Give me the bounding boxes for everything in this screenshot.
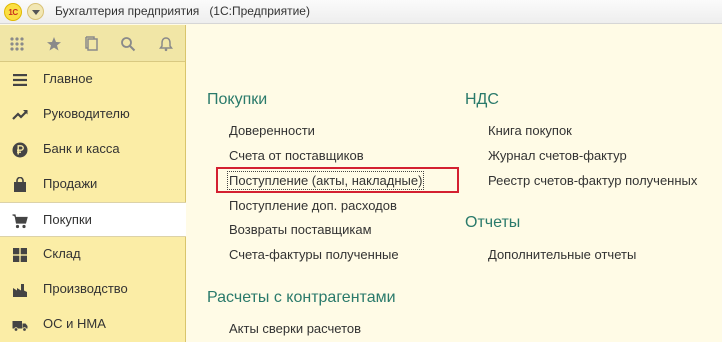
link-invoice-journal[interactable]: Журнал счетов-фактур <box>488 148 627 163</box>
history-icon[interactable] <box>84 36 100 52</box>
logo-text: 1С <box>8 7 18 17</box>
section-label: ОС и НМА <box>43 316 106 331</box>
link-purchase-book[interactable]: Книга покупок <box>488 123 572 138</box>
sidebar-toolbar <box>0 25 185 62</box>
highlight-frame <box>216 167 459 193</box>
section-content: Покупки Доверенности Счета от поставщико… <box>187 25 722 342</box>
menu-lines-icon <box>12 72 28 88</box>
title-bar: 1С Бухгалтерия предприятия (1С:Предприяти… <box>0 0 722 24</box>
section-item-manager[interactable]: Руководителю <box>0 97 185 132</box>
shopping-bag-icon <box>12 177 28 193</box>
section-label: Продажи <box>43 176 98 191</box>
shopping-cart-icon <box>12 213 28 229</box>
search-icon[interactable] <box>120 36 136 52</box>
section-item-main[interactable]: Главное <box>0 62 185 97</box>
section-item-fixed-assets[interactable]: ОС и НМА <box>0 307 185 342</box>
window-title: Бухгалтерия предприятия (1С:Предприятие) <box>55 4 310 18</box>
section-item-warehouse[interactable]: Склад <box>0 237 185 272</box>
section-item-bank[interactable]: Банк и касса <box>0 132 185 167</box>
section-label: Руководителю <box>43 106 130 121</box>
section-item-purchases[interactable]: Покупки <box>0 202 186 237</box>
section-title-purchases[interactable]: Покупки <box>207 91 267 109</box>
section-label: Склад <box>43 246 81 261</box>
link-reconciliation-acts[interactable]: Акты сверки расчетов <box>229 321 361 336</box>
link-received-invoice-register[interactable]: Реестр счетов-фактур полученных <box>488 173 697 188</box>
link-additional-expenses[interactable]: Поступление доп. расходов <box>229 198 397 213</box>
section-label: Главное <box>43 71 93 86</box>
section-label: Банк и касса <box>43 141 120 156</box>
section-label: Производство <box>43 281 128 296</box>
truck-icon <box>12 317 28 333</box>
sections-panel: Главное Руководителю Банк и касса Продаж… <box>0 25 186 342</box>
warehouse-grid-icon <box>12 247 28 263</box>
notifications-bell-icon[interactable] <box>158 36 174 52</box>
link-received-invoices[interactable]: Счета-фактуры полученные <box>229 247 399 262</box>
section-label: Покупки <box>43 212 92 227</box>
favorites-star-icon[interactable] <box>46 36 62 52</box>
section-title-reports[interactable]: Отчеты <box>465 214 520 232</box>
app-title: Бухгалтерия предприятия <box>55 4 200 18</box>
apps-grid-icon[interactable] <box>9 36 25 52</box>
platform-title: (1С:Предприятие) <box>209 4 310 18</box>
ruble-coin-icon <box>12 142 28 158</box>
section-title-settlements[interactable]: Расчеты с контрагентами <box>207 289 396 307</box>
factory-icon <box>12 282 28 298</box>
sections-list: Главное Руководителю Банк и касса Продаж… <box>0 62 186 342</box>
section-item-production[interactable]: Производство <box>0 272 185 307</box>
app-logo-icon: 1С <box>4 3 22 21</box>
main-menu-button[interactable] <box>27 3 44 20</box>
link-supplier-invoices[interactable]: Счета от поставщиков <box>229 148 364 163</box>
section-title-vat[interactable]: НДС <box>465 91 499 109</box>
link-power-of-attorney[interactable]: Доверенности <box>229 123 315 138</box>
link-supplier-returns[interactable]: Возвраты поставщикам <box>229 222 372 237</box>
section-item-sales[interactable]: Продажи <box>0 167 185 202</box>
trend-icon <box>12 107 28 123</box>
link-additional-reports[interactable]: Дополнительные отчеты <box>488 247 636 262</box>
